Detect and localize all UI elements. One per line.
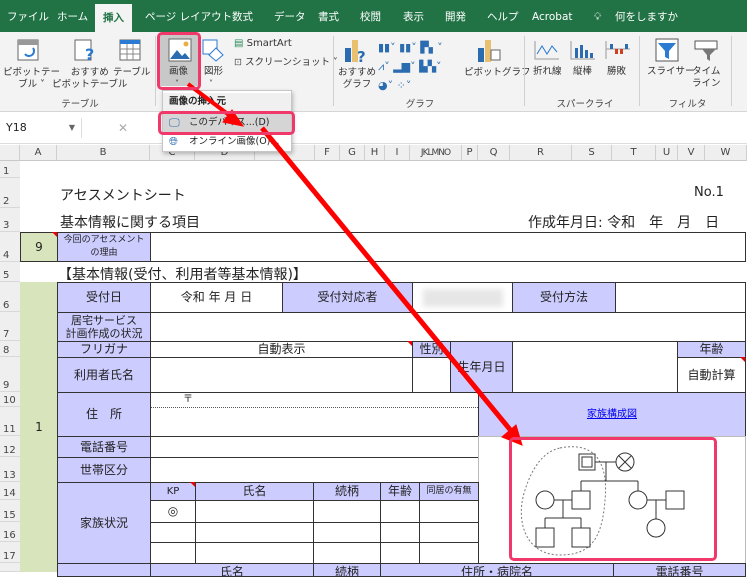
red-arrows bbox=[186, 82, 523, 446]
highlight-family-diagram bbox=[509, 437, 717, 561]
highlight-this-device bbox=[158, 111, 295, 135]
arrow-line bbox=[260, 126, 514, 434]
highlight-picture-button bbox=[157, 32, 201, 90]
